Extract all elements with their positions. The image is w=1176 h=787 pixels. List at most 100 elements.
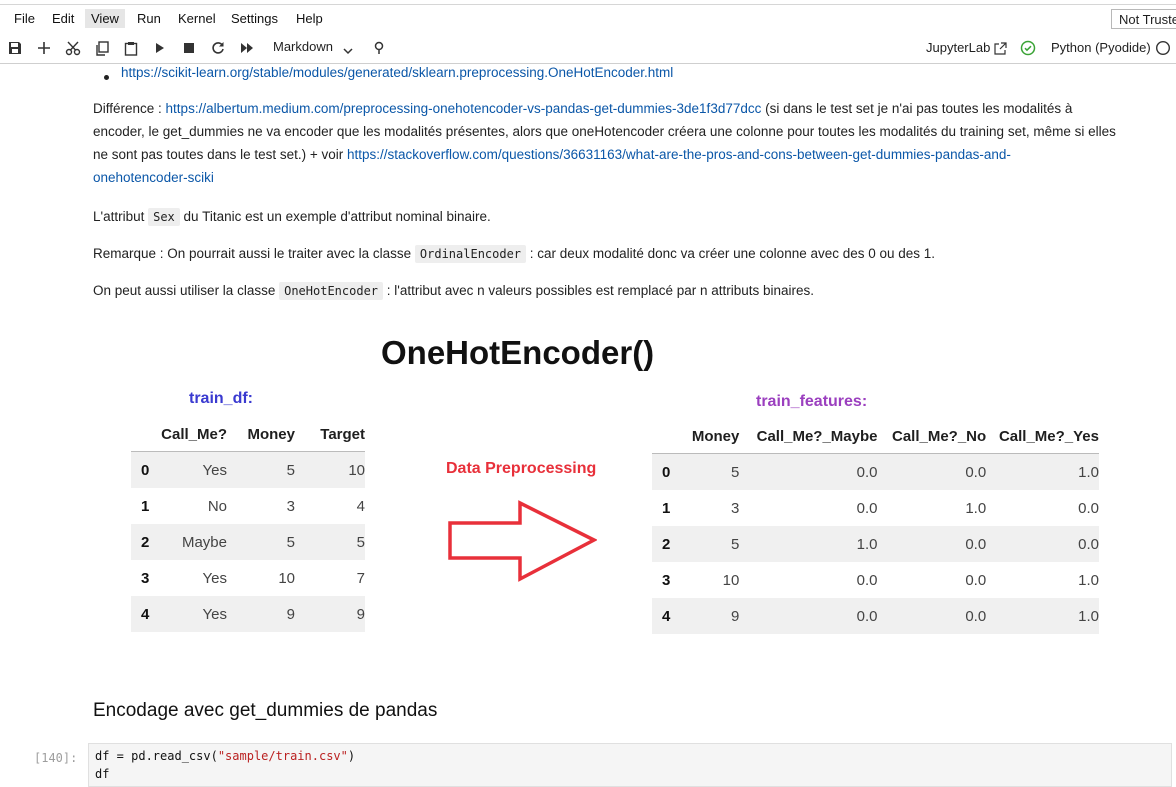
table-cell: Yes	[155, 451, 227, 488]
cut-icon[interactable]	[63, 38, 83, 58]
run-icon[interactable]	[150, 38, 170, 58]
sex-paragraph: L'attribut Sex du Titanic est un exemple…	[93, 208, 491, 226]
trust-status-button[interactable]: Not Trusted	[1111, 9, 1176, 29]
kernel-status-icon	[1153, 38, 1173, 58]
table-row: 0 Yes 5 10	[131, 451, 365, 488]
notebook-toolbar: Markdown JupyterLab Python (Pyodide)	[0, 32, 1176, 64]
menu-file[interactable]: File	[8, 9, 41, 28]
table-cell: No	[207, 497, 227, 515]
cell-type-select[interactable]: Markdown	[273, 39, 333, 54]
table-cell: 7	[356, 569, 365, 587]
kernel-name[interactable]: Python (Pyodide)	[1051, 40, 1151, 55]
jupyterlab-link[interactable]: JupyterLab	[926, 40, 990, 55]
menu-help[interactable]: Help	[290, 9, 329, 28]
row-index: 0	[652, 453, 685, 490]
menu-view[interactable]: View	[85, 9, 125, 28]
table-cell: Yes	[202, 569, 227, 587]
train-features-label: train_features:	[756, 393, 868, 410]
column-header: Money	[691, 427, 740, 445]
table-cell: 5	[684, 526, 740, 562]
table-cell: 0.0	[856, 499, 878, 517]
train-features-table: Money Call_Me?_Maybe Call_Me?_No Call_Me?_Y…	[652, 419, 1099, 634]
table-cell: 3	[286, 497, 295, 515]
table-cell: 10	[722, 571, 740, 589]
section-heading: Encodage avec get_dummies de pandas	[93, 700, 438, 721]
row-index: 1	[141, 497, 150, 515]
table-cell: 9	[227, 596, 295, 632]
inline-code: OrdinalEncoder	[414, 245, 527, 263]
table-cell: 9	[295, 596, 365, 632]
menu-settings[interactable]: Settings	[225, 9, 284, 28]
stackoverflow-link[interactable]: https://stackoverflow.com/questions/3663…	[347, 147, 1011, 162]
table-row: 3 Yes 10 7	[131, 560, 365, 596]
table-row: 2 Maybe 5 5	[131, 524, 365, 560]
run-all-icon[interactable]	[237, 38, 257, 58]
column-header: Call_Me?_No	[891, 427, 987, 445]
sklearn-onehotencoder-link[interactable]: https://scikit-learn.org/stable/modules/…	[121, 65, 673, 80]
table-cell: 5	[684, 453, 740, 490]
table-cell: 0.0	[1078, 499, 1099, 517]
onehot-paragraph: On peut aussi utiliser la classe OneHotE…	[93, 282, 815, 300]
menu-run[interactable]: Run	[131, 9, 167, 28]
menu-edit[interactable]: Edit	[46, 9, 80, 28]
debugger-icon[interactable]	[369, 38, 389, 58]
table-row: 1 3 0.0 1.0 0.0	[652, 490, 1099, 526]
list-item: https://scikit-learn.org/stable/modules/…	[121, 61, 673, 84]
add-cell-icon[interactable]	[34, 38, 54, 58]
table-row: 4 9 0.0 0.0 1.0	[652, 598, 1099, 634]
column-header: Money	[247, 425, 295, 443]
column-header: Target	[320, 425, 365, 443]
data-preprocessing-label: Data Preprocessing	[446, 460, 597, 477]
table-cell: 0.0	[856, 571, 878, 589]
chevron-down-icon[interactable]	[343, 42, 353, 60]
copy-icon[interactable]	[92, 38, 112, 58]
restart-icon[interactable]	[208, 38, 228, 58]
row-index: 2	[652, 526, 685, 562]
row-index: 3	[141, 569, 150, 587]
difference-paragraph: Différence : https://albertum.medium.com…	[93, 101, 1116, 185]
cell-prompt: [140]:	[34, 751, 78, 765]
table-cell: 5	[227, 524, 295, 560]
column-header	[652, 419, 685, 454]
table-header-row: Call_Me? Money Target	[131, 417, 365, 452]
kernel-ok-icon	[1018, 38, 1038, 58]
table-cell: 0.0	[877, 598, 987, 634]
notebook-content: https://scikit-learn.org/stable/modules/…	[0, 64, 1176, 787]
medium-link[interactable]: https://albertum.medium.com/preprocessin…	[166, 101, 762, 116]
external-link-icon[interactable]	[990, 38, 1010, 58]
table-cell: 10	[295, 451, 365, 488]
code-cell-editor[interactable]: df = pd.read_csv("sample/train.csv") df	[88, 743, 1172, 787]
figure-title: OneHotEncoder()	[381, 334, 655, 371]
code-line: df = pd.read_csv("sample/train.csv")	[95, 749, 356, 763]
table-cell: 5	[295, 524, 365, 560]
column-header: Call_Me?_Maybe	[756, 427, 878, 445]
table-cell: 0.0	[739, 598, 878, 634]
stop-icon[interactable]	[179, 38, 199, 58]
code-line: df	[95, 767, 110, 781]
table-cell: 5	[227, 451, 295, 488]
save-icon[interactable]	[5, 38, 25, 58]
table-cell: 0.0	[877, 453, 987, 490]
arrow-right-icon	[448, 500, 597, 582]
row-index: 4	[652, 598, 685, 634]
column-header: Call_Me?_Yes	[998, 427, 1099, 445]
row-index: 3	[662, 571, 671, 589]
table-row: 4 Yes 9 9	[131, 596, 365, 632]
table-cell: 4	[356, 497, 365, 515]
table-cell: 1.0	[965, 499, 987, 517]
table-cell: 1.0	[986, 453, 1099, 490]
table-cell: Yes	[155, 596, 227, 632]
list-bullet	[104, 75, 109, 80]
paste-icon[interactable]	[121, 38, 141, 58]
row-index: 0	[131, 451, 155, 488]
train-df-label: train_df:	[189, 390, 253, 407]
stackoverflow-link-cont[interactable]: onehotencoder-sciki	[93, 170, 214, 185]
table-cell: 0.0	[986, 526, 1099, 562]
table-row: 2 5 1.0 0.0 0.0	[652, 526, 1099, 562]
row-index: 1	[662, 499, 671, 517]
remarque-paragraph: Remarque : On pourrait aussi le traiter …	[93, 245, 936, 263]
table-cell: 9	[684, 598, 740, 634]
menu-kernel[interactable]: Kernel	[172, 9, 222, 28]
table-row: 1 No 3 4	[131, 488, 365, 524]
table-header-row: Money Call_Me?_Maybe Call_Me?_No Call_Me?_Y…	[652, 419, 1099, 454]
